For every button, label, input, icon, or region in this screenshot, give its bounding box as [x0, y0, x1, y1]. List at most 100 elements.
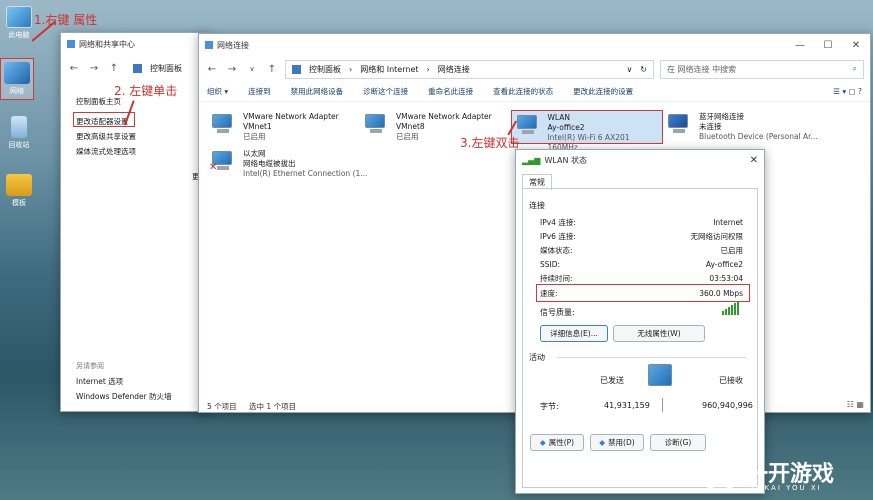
- speed-highlight-box: [536, 284, 750, 302]
- see-also-firewall[interactable]: Windows Defender 防火墙: [76, 391, 172, 402]
- properties-button[interactable]: ◆ 属性(P): [530, 434, 584, 451]
- see-also-internet-options[interactable]: Internet 选项: [76, 376, 123, 387]
- maximize-icon[interactable]: ☐: [814, 40, 842, 51]
- row-media-state: 媒体状态: 已启用: [540, 245, 743, 255]
- window-title: 网络和共享中心: [79, 39, 135, 49]
- adapter-ethernet[interactable]: ✕ 以太网 网络电缆被拔出 Intel(R) Ethernet Connecti…: [209, 149, 367, 179]
- window-icon: [205, 41, 213, 49]
- ethernet-adapter-icon: ✕: [209, 149, 237, 173]
- window-icon: [67, 40, 75, 48]
- adapter-name: WLAN: [547, 113, 570, 122]
- status-bar: 5 个项目 选中 1 个项目: [207, 401, 296, 412]
- cmd-view-status[interactable]: 查看此连接的状态: [493, 86, 553, 97]
- address-bar[interactable]: 控制面板: [127, 59, 203, 78]
- view-toggle-icons[interactable]: ☷ ▦: [847, 400, 864, 409]
- address-bar[interactable]: 控制面板 › 网络和 Internet › 网络连接 ∨ ↻: [285, 59, 654, 79]
- adapter-line3: Bluetooth Device (Personal Ar...: [699, 132, 818, 141]
- error-x-icon: ✕: [209, 162, 218, 173]
- breadcrumb-item[interactable]: 网络和 Internet: [360, 64, 418, 75]
- adapter-wlan[interactable]: WLAN Ay-office2 Intel(R) Wi-Fi 6 AX201 1…: [511, 110, 663, 152]
- adapter-vmnet1[interactable]: VMware Network Adapter VMnet1 已启用: [209, 112, 339, 142]
- search-icon: ⌕: [852, 64, 857, 73]
- row-ipv6: IPv6 连接: 无网络访问权限: [540, 231, 743, 241]
- status-selected-count: 选中 1 个项目: [249, 402, 297, 411]
- network-activity-icon: [648, 364, 672, 386]
- bytes-sent: 41,931,159: [604, 401, 650, 410]
- left-link-advanced-sharing[interactable]: 更改高级共享设置: [76, 131, 136, 142]
- adapter-line3: 已启用: [243, 132, 266, 141]
- sent-label: 已发送: [600, 376, 624, 385]
- dialog-title: WLAN 状态: [544, 155, 588, 165]
- row-ssid: SSID: Ay-office2: [540, 259, 743, 269]
- adapter-name: VMware Network Adapter: [243, 112, 339, 121]
- wlan-status-dialog: ▂▄▆ WLAN 状态 ✕ 常规 连接 IPv4 连接: Internet IPv…: [515, 149, 765, 494]
- shield-icon: ◆: [539, 438, 546, 447]
- network-icon: [4, 62, 30, 84]
- desktop-icon-label: 此电脑: [8, 31, 30, 39]
- forward-icon[interactable]: →: [87, 63, 101, 74]
- cmd-disable[interactable]: 禁用此网络设备: [291, 86, 344, 97]
- cmd-connect[interactable]: 连接到: [248, 86, 271, 97]
- disable-button[interactable]: ◆ 禁用(D): [590, 434, 644, 451]
- wifi-signal-icon: ▂▄▆: [522, 155, 541, 165]
- cmd-rename[interactable]: 重命名此连接: [428, 86, 473, 97]
- annotation-step3: 3.左键双击: [460, 136, 520, 150]
- window-controls: — ☐ ✕: [786, 40, 870, 51]
- address-row: ← → ∨ ↑ 控制面板 › 网络和 Internet › 网络连接 ∨ ↻ 在…: [199, 56, 870, 82]
- back-icon[interactable]: ←: [67, 63, 81, 74]
- search-placeholder: 在 网络连接 中搜索: [667, 64, 737, 74]
- close-icon[interactable]: ✕: [750, 155, 758, 166]
- details-button[interactable]: 详细信息(E)...: [540, 325, 608, 342]
- adapter-name: 以太网: [243, 149, 266, 158]
- cmd-change-settings[interactable]: 更改此连接的设置: [573, 86, 633, 97]
- address-row: ← → ↑ 控制面板: [61, 55, 209, 81]
- control-panel-icon: [292, 64, 301, 74]
- command-bar: 组织 ▾ 连接到 禁用此网络设备 诊断这个连接 重命名此连接 查看此连接的状态 …: [199, 82, 870, 102]
- chevron-down-icon[interactable]: ∨: [245, 65, 259, 73]
- cmd-organize[interactable]: 组织 ▾: [207, 86, 228, 97]
- section-activity: 活动: [529, 353, 545, 362]
- adapter-line2: 未连接: [699, 122, 722, 131]
- activity-divider: [556, 357, 746, 358]
- view-options-icon[interactable]: ☰ ▾ ▢ ?: [833, 87, 862, 96]
- adapter-line3: Intel(R) Ethernet Connection (1...: [243, 169, 368, 178]
- desktop-icon-recycle-bin[interactable]: 回收站: [2, 116, 36, 150]
- desktop-icon-network[interactable]: 网络: [0, 58, 34, 100]
- minimize-icon[interactable]: —: [786, 40, 814, 51]
- annotation-step1: 1.右键 属性: [34, 13, 98, 27]
- wireless-properties-button[interactable]: 无线属性(W): [613, 325, 705, 342]
- bytes-divider: [662, 398, 663, 412]
- refresh-icon[interactable]: ↻: [640, 65, 647, 74]
- network-adapter-icon: [362, 112, 390, 136]
- diagnose-button[interactable]: 诊断(G): [650, 434, 706, 451]
- annotation-step2: 2. 左键单击: [114, 84, 178, 98]
- row-ipv4: IPv4 连接: Internet: [540, 217, 743, 227]
- breadcrumb-item[interactable]: 网络连接: [438, 64, 470, 75]
- forward-icon[interactable]: →: [225, 64, 239, 75]
- shield-icon: ◆: [599, 438, 606, 447]
- row-duration: 持续时间: 03:53:04: [540, 273, 743, 283]
- left-link-media-streaming[interactable]: 媒体流式处理选项: [76, 146, 136, 157]
- adapter-line2: 网络电缆被拔出: [243, 159, 296, 168]
- breadcrumb-item[interactable]: 控制面板: [309, 64, 341, 75]
- adapter-bluetooth[interactable]: 蓝牙网络连接 未连接 Bluetooth Device (Personal Ar…: [665, 112, 818, 142]
- back-icon[interactable]: ←: [205, 64, 219, 75]
- watermark-logo: [700, 452, 740, 492]
- titlebar: 网络连接 — ☐ ✕: [199, 34, 870, 56]
- control-panel-icon: [133, 63, 142, 73]
- breadcrumb[interactable]: 控制面板: [150, 63, 182, 74]
- titlebar: 网络和共享中心: [61, 33, 209, 55]
- cmd-diagnose[interactable]: 诊断这个连接: [363, 86, 408, 97]
- up-icon[interactable]: ↑: [265, 64, 279, 75]
- up-icon[interactable]: ↑: [107, 63, 121, 74]
- desktop-icon-label: 网络: [10, 87, 24, 95]
- signal-bars-icon: [722, 301, 739, 315]
- desktop-icon-label: 回收站: [8, 141, 30, 149]
- desktop-icon-this-pc[interactable]: 此电脑: [2, 6, 36, 40]
- desktop-icon-template[interactable]: 模板: [2, 174, 36, 208]
- computer-icon: [6, 6, 32, 28]
- dropdown-icon[interactable]: ∨: [626, 65, 632, 74]
- close-icon[interactable]: ✕: [842, 40, 870, 51]
- window-title: 网络连接: [217, 40, 249, 50]
- search-input[interactable]: 在 网络连接 中搜索 ⌕: [660, 59, 864, 79]
